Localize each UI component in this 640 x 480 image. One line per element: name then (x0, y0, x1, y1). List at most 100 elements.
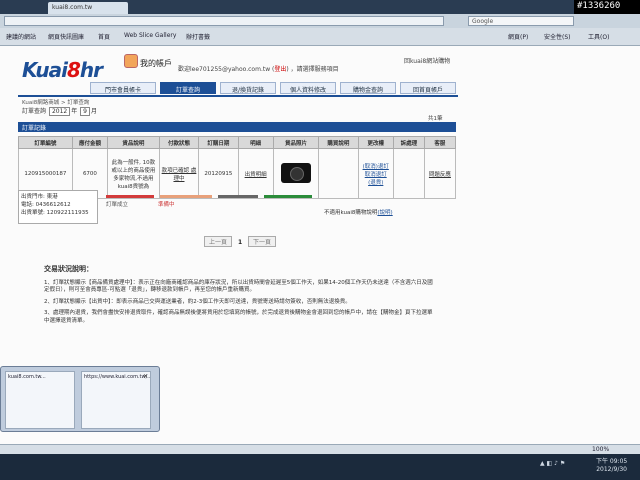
thumb-title: https://www.kuai.com.tw/... (84, 374, 150, 380)
year-select[interactable]: 2012 (48, 107, 71, 116)
column-header: 貨品說明 (107, 136, 160, 149)
tab-member-card[interactable]: 門市會員帳卡 (90, 82, 156, 94)
transaction-notes: 交易狀況說明： 1、訂單狀態顯示【商品備貨處理中】：表示正在向廠商確認商品的庫存… (44, 265, 434, 329)
table-header-row: 訂單編號 應付金額 貨品說明 付款狀態 訂購日期 明細 貨品照片 購買說明 更改… (18, 136, 457, 149)
search-input[interactable]: Google (468, 16, 574, 26)
camera-product-image[interactable] (280, 162, 311, 183)
tab-returns[interactable]: 退/換貨記錄 (220, 82, 276, 94)
current-page: 1 (237, 239, 243, 246)
bookmark-item[interactable]: 辦打書籤 (186, 32, 210, 41)
logo-eight: 8 (67, 58, 81, 82)
month-unit: 月 (90, 108, 97, 115)
tab-order-query[interactable]: 訂單查詢 (160, 82, 216, 94)
record-count: 共1筆 (428, 116, 443, 122)
browser-chrome: kuai8.com.tw Google 建議的網站 網頁快訊圖庫 首頁 Web … (0, 0, 640, 46)
cancel-order-link[interactable]: (取消)退訂 (360, 162, 392, 170)
column-header: 貨品照片 (272, 136, 320, 149)
payment-status[interactable]: 款項已確認 處理中 (158, 148, 200, 199)
note-item: 1、訂單狀態顯示【商品備貨處理中】：表示正在向廠商確認商品的庫存狀況，所以出貨時… (44, 279, 433, 294)
greeting-prefix: 歡迎lee701255@yahoo.com.tw ( (178, 66, 275, 73)
tab-home-account[interactable]: 回首頁帳戶 (400, 82, 456, 94)
logo-main: Kuai (22, 58, 68, 82)
detail-link[interactable]: 出貨明細 (237, 148, 274, 199)
windows-taskbar: ▲ ◧ ♪ ⚑ 下午 09:05 2012/9/30 (0, 454, 640, 480)
stage-label: 訂單成立 (106, 202, 129, 208)
invoice-help-link[interactable]: (說明) (377, 210, 392, 216)
site-logo[interactable]: Kuai8hr (22, 50, 112, 82)
ship-phone: 電話: 0436612612 (21, 202, 71, 208)
window-thumbnail[interactable]: kuai8.com.tw... (5, 371, 75, 429)
main-nav: 門市會員帳卡 訂單查詢 退/換貨記錄 個人資料修改 購物金查詢 回首頁帳戶 (90, 82, 460, 96)
pagination: 上一頁 1 下一頁 (200, 236, 280, 247)
logo-text: Kuai8hr (22, 58, 103, 82)
column-header: 購買說明 (318, 136, 359, 149)
prev-page-button[interactable]: 上一頁 (204, 236, 233, 247)
order-query-filter: 訂單查詢 2012 年 9月 (22, 106, 97, 116)
safety-menu[interactable]: 安全性(S) (544, 32, 571, 41)
progress-segment (218, 195, 258, 198)
nav-divider (18, 95, 458, 97)
column-header: 訂購日期 (198, 136, 239, 149)
stage-label: 準備中 (158, 202, 175, 208)
shipping-info: 出貨門市: 東港 電話: 0436612612 出貨單號: 1209221119… (18, 190, 98, 224)
bookmark-item[interactable]: Web Slice Gallery (124, 32, 176, 39)
system-tray[interactable]: ▲ ◧ ♪ ⚑ (540, 460, 565, 467)
clock-time: 下午 09:05 (596, 458, 628, 465)
close-icon[interactable]: ✕ (143, 373, 148, 380)
image-id-label: #1336260 (574, 0, 640, 14)
note-item: 3、處理期內退貨，我們會盡快安排退貨取件，確認商品無誤後便將貨用於您填寫的帳號，… (44, 310, 433, 324)
column-header: 客服 (423, 136, 457, 149)
invoice-text: 不適用kuai8購物說明 (324, 210, 378, 216)
column-header: 應付金額 (71, 136, 109, 149)
progress-segment (264, 195, 312, 198)
change-cell: (取消)退訂 取消退訂 (退貨) (357, 148, 394, 199)
tools-menu[interactable]: 工具(O) (588, 32, 609, 41)
window-thumbnail[interactable]: https://www.kuai.com.tw/... ✕ (81, 371, 151, 429)
column-header: 付款狀態 (158, 136, 200, 149)
taskbar-thumbnails: kuai8.com.tw... https://www.kuai.com.tw/… (0, 366, 160, 432)
column-header: 訴處理 (392, 136, 425, 149)
column-header: 明細 (237, 136, 274, 149)
bookmark-item[interactable]: 首頁 (98, 32, 110, 41)
tab-profile[interactable]: 個人資料修改 (280, 82, 336, 94)
purchase-note (318, 148, 359, 199)
section-title: 訂單記錄 (18, 122, 456, 132)
greeting-text: 歡迎lee701255@yahoo.com.tw (登出) ，請選擇服務項目 (178, 64, 339, 73)
bookmark-item[interactable]: 建議的網站 (6, 32, 36, 41)
greeting-suffix: ) ，請選擇服務項目 (286, 66, 339, 73)
feedback-link[interactable]: 問題反應 (423, 148, 457, 199)
query-label: 訂單查詢 (22, 108, 47, 115)
clock-date: 2012/9/30 (596, 466, 627, 473)
column-header: 訂單編號 (18, 136, 73, 149)
account-icon (124, 54, 138, 68)
logout-link[interactable]: 登出 (274, 66, 286, 73)
note-item: 2、訂單狀態顯示【出貨中】：即表示商品已交與運送業者，約2-3個工作天即可送達，… (44, 298, 351, 305)
page-title: 我的帳戶 (140, 59, 172, 68)
ship-store: 出貨門市: 東港 (21, 194, 58, 200)
next-page-button[interactable]: 下一頁 (248, 236, 277, 247)
logo-suffix: hr (79, 58, 103, 82)
undo-cancel-link[interactable]: 取消退訂 (360, 170, 392, 178)
progress-segment (160, 195, 212, 198)
browser-tab[interactable]: kuai8.com.tw (48, 2, 128, 14)
clock[interactable]: 下午 09:05 2012/9/30 (596, 458, 627, 474)
month-select[interactable]: 9 (80, 107, 90, 116)
address-field[interactable] (4, 16, 444, 26)
thumb-title: kuai8.com.tw... (8, 374, 46, 380)
complaint-cell (392, 148, 425, 199)
year-unit: 年 (71, 108, 78, 115)
page-menu[interactable]: 網頁(P) (508, 32, 528, 41)
invoice-note: 不適用kuai8購物說明(說明) (324, 208, 393, 216)
bookmark-item[interactable]: 網頁快訊圖庫 (48, 32, 84, 41)
goods-description: 此為一般件, 10款或以上的商品使用多家物流,不過用kuai8貨號為 (107, 148, 160, 199)
tab-shopping-credit[interactable]: 購物金查詢 (340, 82, 396, 94)
zoom-level[interactable]: 100% (592, 446, 609, 453)
tab-bar: kuai8.com.tw (0, 0, 640, 14)
column-header: 更改權 (357, 136, 394, 149)
order-date: 20120915 (198, 148, 239, 199)
ship-number: 出貨單號: 120922111935 (21, 210, 89, 216)
progress-segment (106, 195, 154, 198)
back-to-shop-link[interactable]: 回kuai8網站購物 (404, 56, 450, 65)
return-link[interactable]: (退貨) (360, 178, 392, 186)
notes-title: 交易狀況說明： (44, 265, 93, 273)
